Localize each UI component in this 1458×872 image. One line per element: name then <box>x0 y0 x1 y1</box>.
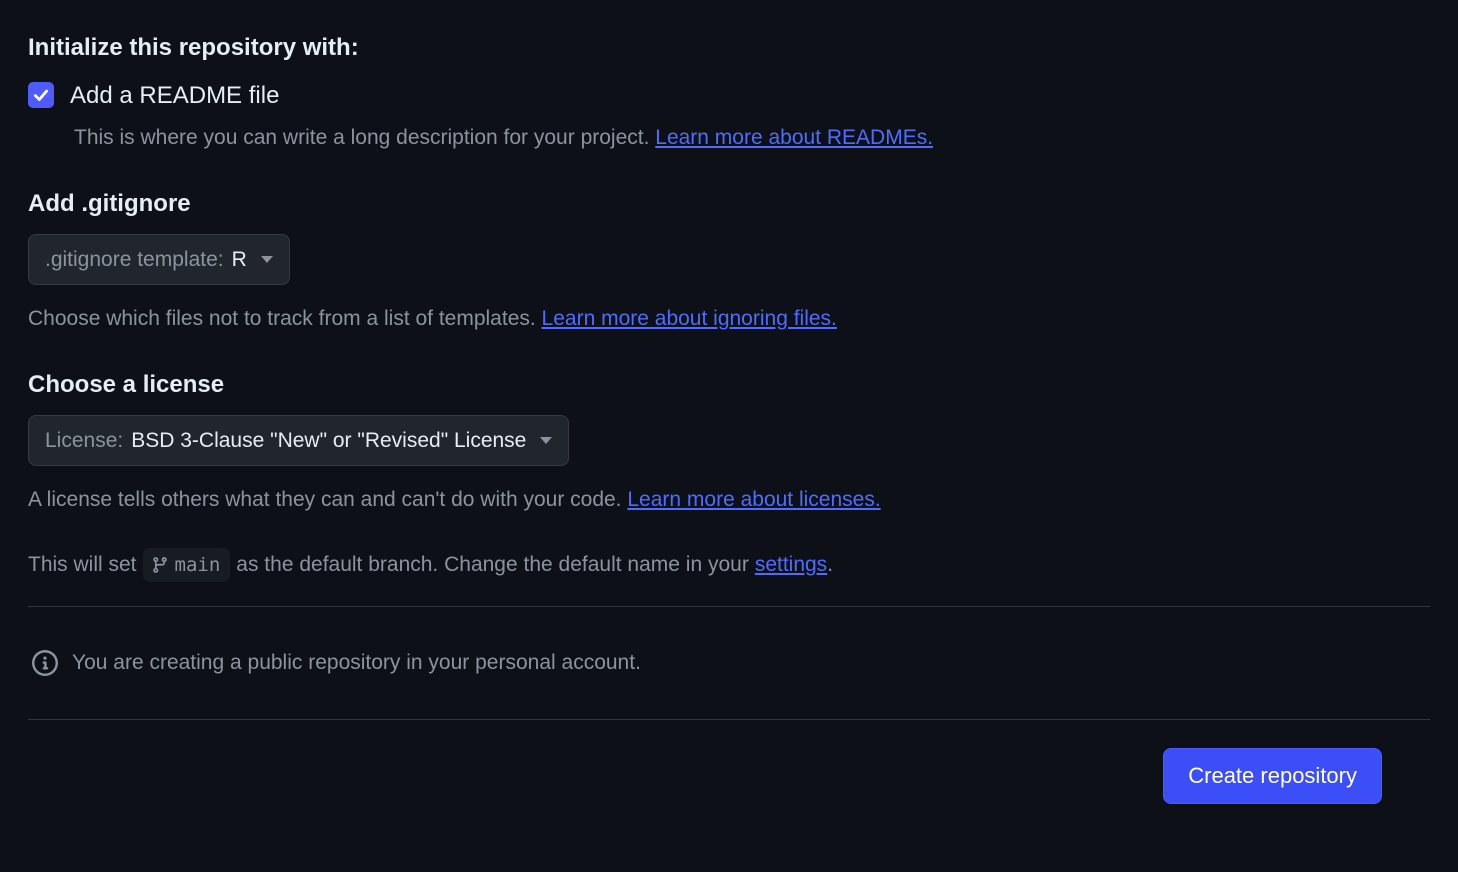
gitignore-dropdown[interactable]: .gitignore template: R <box>28 234 290 286</box>
license-learn-more-link[interactable]: Learn more about licenses. <box>627 488 880 511</box>
git-branch-icon <box>151 556 169 574</box>
readme-helper: This is where you can write a long descr… <box>74 122 1430 154</box>
divider <box>28 719 1430 720</box>
gitignore-learn-more-link[interactable]: Learn more about ignoring files. <box>542 307 837 330</box>
license-dropdown-value: BSD 3-Clause "New" or "Revised" License <box>131 425 526 457</box>
license-helper-text: A license tells others what they can and… <box>28 488 627 511</box>
license-helper: A license tells others what they can and… <box>28 484 1430 516</box>
readme-checkbox[interactable] <box>28 82 54 108</box>
readme-helper-text: This is where you can write a long descr… <box>74 126 655 149</box>
initialize-section: Initialize this repository with: Add a R… <box>28 30 1430 154</box>
gitignore-helper-text: Choose which files not to track from a l… <box>28 307 542 330</box>
info-icon <box>32 650 58 676</box>
chevron-down-icon <box>540 437 552 444</box>
branch-prefix-text: This will set <box>28 549 137 581</box>
branch-suffix: . <box>827 553 833 576</box>
branch-badge: main <box>143 548 231 583</box>
readme-learn-more-link[interactable]: Learn more about READMEs. <box>655 126 933 149</box>
button-row: Create repository <box>28 748 1430 804</box>
license-dropdown-prefix: License: <box>45 425 123 457</box>
readme-checkbox-row: Add a README file <box>28 78 1430 114</box>
branch-name: main <box>175 551 221 580</box>
license-dropdown[interactable]: License: BSD 3-Clause "New" or "Revised"… <box>28 415 569 467</box>
license-section: Choose a license License: BSD 3-Clause "… <box>28 367 1430 516</box>
gitignore-section: Add .gitignore .gitignore template: R Ch… <box>28 186 1430 335</box>
settings-link[interactable]: settings <box>755 553 827 576</box>
gitignore-heading: Add .gitignore <box>28 186 1430 222</box>
gitignore-dropdown-prefix: .gitignore template: <box>45 244 224 276</box>
check-icon <box>32 86 50 104</box>
readme-label: Add a README file <box>70 78 279 114</box>
license-heading: Choose a license <box>28 367 1430 403</box>
info-row: You are creating a public repository in … <box>28 627 1430 699</box>
create-repository-button[interactable]: Create repository <box>1163 748 1382 804</box>
divider <box>28 606 1430 607</box>
gitignore-helper: Choose which files not to track from a l… <box>28 303 1430 335</box>
gitignore-dropdown-value: R <box>232 244 247 276</box>
default-branch-info: This will set main as the default branch… <box>28 548 1430 583</box>
chevron-down-icon <box>261 256 273 263</box>
initialize-heading: Initialize this repository with: <box>28 30 1430 66</box>
info-text: You are creating a public repository in … <box>72 647 641 679</box>
branch-middle-text: as the default branch. Change the defaul… <box>236 549 749 581</box>
